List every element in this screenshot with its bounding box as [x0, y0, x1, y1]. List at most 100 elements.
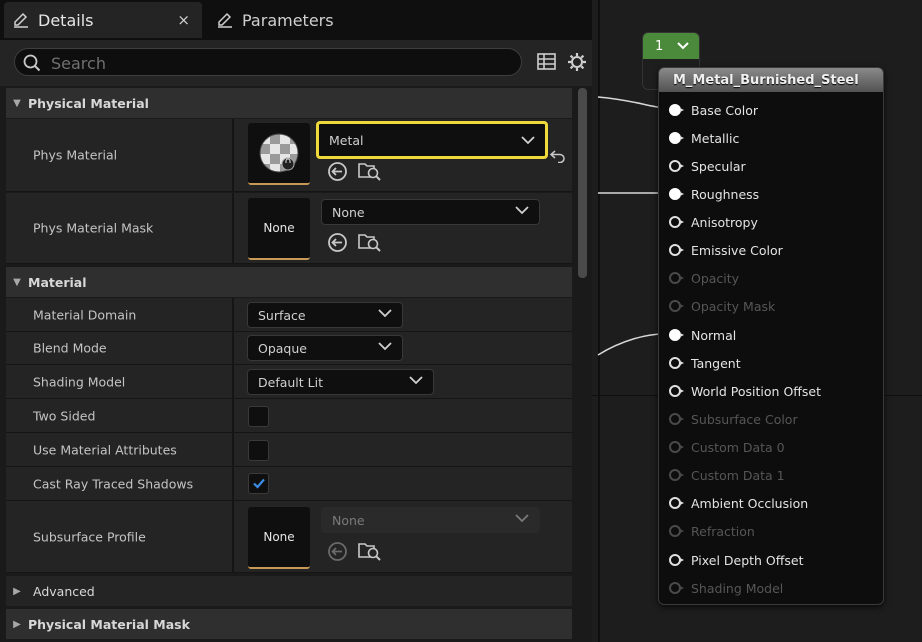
pin-connector-icon[interactable] — [669, 188, 684, 200]
pin-label: Custom Data 0 — [691, 439, 785, 455]
input-pin[interactable]: Emissive Color — [669, 240, 783, 260]
pin-connector-icon[interactable] — [669, 272, 684, 284]
property-label: Two Sided — [33, 408, 96, 423]
dropdown-value: Metal — [329, 132, 364, 148]
input-pin[interactable]: Opacity Mask — [669, 296, 775, 316]
pin-label: Shading Model — [691, 580, 784, 596]
browse-asset-icon[interactable] — [358, 160, 382, 182]
input-pin[interactable]: Metallic — [669, 128, 739, 148]
pin-connector-icon[interactable] — [669, 469, 684, 481]
pin-connector-icon[interactable] — [669, 582, 684, 594]
shading-model-dropdown[interactable]: Default Lit — [247, 369, 434, 395]
use-selected-asset-icon[interactable] — [327, 161, 348, 182]
expanded-arrow-icon: ▼ — [13, 276, 21, 288]
search-input[interactable]: Search — [14, 48, 522, 76]
material-result-node[interactable]: M_Metal_Burnished_Steel Base Color Metall… — [658, 67, 884, 605]
pin-label: Specular — [691, 158, 746, 174]
input-pin[interactable]: Opacity — [669, 268, 739, 288]
browse-asset-icon[interactable] — [358, 540, 382, 562]
tab-bar: Details × Parameters — [0, 0, 592, 40]
pin-connector-icon[interactable] — [669, 554, 684, 566]
cast-ray-traced-shadows-checkbox[interactable] — [248, 473, 269, 494]
pin-connector-icon[interactable] — [669, 329, 684, 341]
thumbnail-label: None — [263, 221, 295, 235]
input-pin[interactable]: Subsurface Color — [669, 409, 798, 429]
input-pin[interactable]: Anisotropy — [669, 212, 758, 232]
category-physical-material-mask[interactable]: ▶ Physical Material Mask — [6, 609, 572, 639]
node-index-label: 1 — [655, 38, 664, 54]
chevron-down-icon — [677, 42, 689, 50]
pin-connector-icon[interactable] — [669, 104, 684, 116]
property-label: Cast Ray Traced Shadows — [33, 476, 194, 491]
input-pin[interactable]: Custom Data 0 — [669, 437, 785, 457]
input-pin[interactable]: Tangent — [669, 353, 741, 373]
use-selected-asset-icon[interactable] — [327, 232, 348, 253]
chevron-down-icon — [409, 376, 423, 385]
physical-material-sphere-icon — [259, 133, 299, 173]
pencil-icon — [14, 12, 28, 28]
table-view-icon[interactable] — [537, 53, 556, 70]
input-pin[interactable]: Shading Model — [669, 578, 783, 598]
close-icon[interactable]: × — [177, 11, 190, 29]
pin-connector-icon[interactable] — [669, 441, 684, 453]
pin-label: Ambient Occlusion — [691, 495, 809, 511]
browse-asset-icon[interactable] — [358, 231, 382, 253]
material-domain-dropdown[interactable]: Surface — [247, 302, 403, 328]
input-pin[interactable]: Refraction — [669, 521, 755, 541]
pin-label: Anisotropy — [691, 214, 758, 230]
pin-label: World Position Offset — [691, 383, 821, 399]
dropdown-value: Default Lit — [258, 374, 323, 390]
phys-material-dropdown[interactable]: Metal — [316, 121, 548, 159]
input-pin[interactable]: Specular — [669, 156, 746, 176]
row-cast-ray-traced-shadows: Cast Ray Traced Shadows — [6, 467, 572, 501]
category-label: Physical Material Mask — [28, 616, 190, 632]
pin-connector-icon[interactable] — [669, 413, 684, 425]
input-pin[interactable]: Normal — [669, 325, 736, 345]
tab-details[interactable]: Details × — [4, 2, 202, 38]
pin-connector-icon[interactable] — [669, 385, 684, 397]
pin-label: Opacity Mask — [691, 298, 776, 314]
pin-connector-icon[interactable] — [669, 160, 684, 172]
pin-connector-icon[interactable] — [669, 300, 684, 312]
input-pin[interactable]: World Position Offset — [669, 381, 821, 401]
tab-parameters[interactable]: Parameters — [210, 2, 410, 38]
category-label: Material — [28, 274, 87, 290]
category-advanced[interactable]: ▶ Advanced — [6, 576, 572, 606]
dropdown-value: None — [332, 512, 365, 528]
phys-material-mask-dropdown[interactable]: None — [321, 199, 540, 225]
pin-label: Normal — [691, 327, 737, 343]
checkmark-icon — [253, 478, 265, 489]
category-physical-material[interactable]: ▼ Physical Material — [6, 88, 572, 118]
scrollbar-thumb[interactable] — [578, 88, 587, 278]
property-label: Shading Model — [33, 374, 126, 389]
expanded-arrow-icon: ▼ — [13, 97, 21, 109]
reset-to-default-icon[interactable] — [550, 149, 566, 163]
pin-connector-icon[interactable] — [669, 357, 684, 369]
pin-connector-icon[interactable] — [669, 216, 684, 228]
pin-connector-icon[interactable] — [669, 497, 684, 509]
two-sided-checkbox[interactable] — [248, 406, 269, 427]
input-pin[interactable]: Base Color — [669, 100, 758, 120]
pin-connector-icon[interactable] — [669, 525, 684, 537]
gear-icon[interactable] — [567, 52, 587, 72]
asset-thumbnail[interactable]: None — [248, 507, 310, 569]
pin-connector-icon[interactable] — [669, 244, 684, 256]
input-pin[interactable]: Custom Data 1 — [669, 465, 785, 485]
input-pin[interactable]: Roughness — [669, 184, 759, 204]
chevron-down-icon — [521, 136, 535, 145]
pin-label: Refraction — [691, 523, 755, 539]
input-pin[interactable]: Ambient Occlusion — [669, 493, 808, 513]
use-material-attributes-checkbox[interactable] — [248, 440, 269, 461]
input-pin[interactable]: Pixel Depth Offset — [669, 550, 804, 570]
asset-thumbnail[interactable]: None — [248, 198, 310, 260]
category-material[interactable]: ▼ Material — [6, 267, 572, 297]
property-label: Use Material Attributes — [33, 442, 177, 457]
subsurface-profile-dropdown[interactable]: None — [321, 507, 540, 533]
blend-mode-dropdown[interactable]: Opaque — [247, 335, 403, 361]
pin-label: Subsurface Color — [691, 411, 798, 427]
pin-connector-icon[interactable] — [669, 132, 684, 144]
property-label: Phys Material Mask — [33, 220, 154, 236]
row-use-material-attributes: Use Material Attributes — [6, 433, 572, 467]
asset-thumbnail[interactable] — [248, 123, 310, 185]
use-selected-asset-icon[interactable] — [327, 541, 348, 562]
